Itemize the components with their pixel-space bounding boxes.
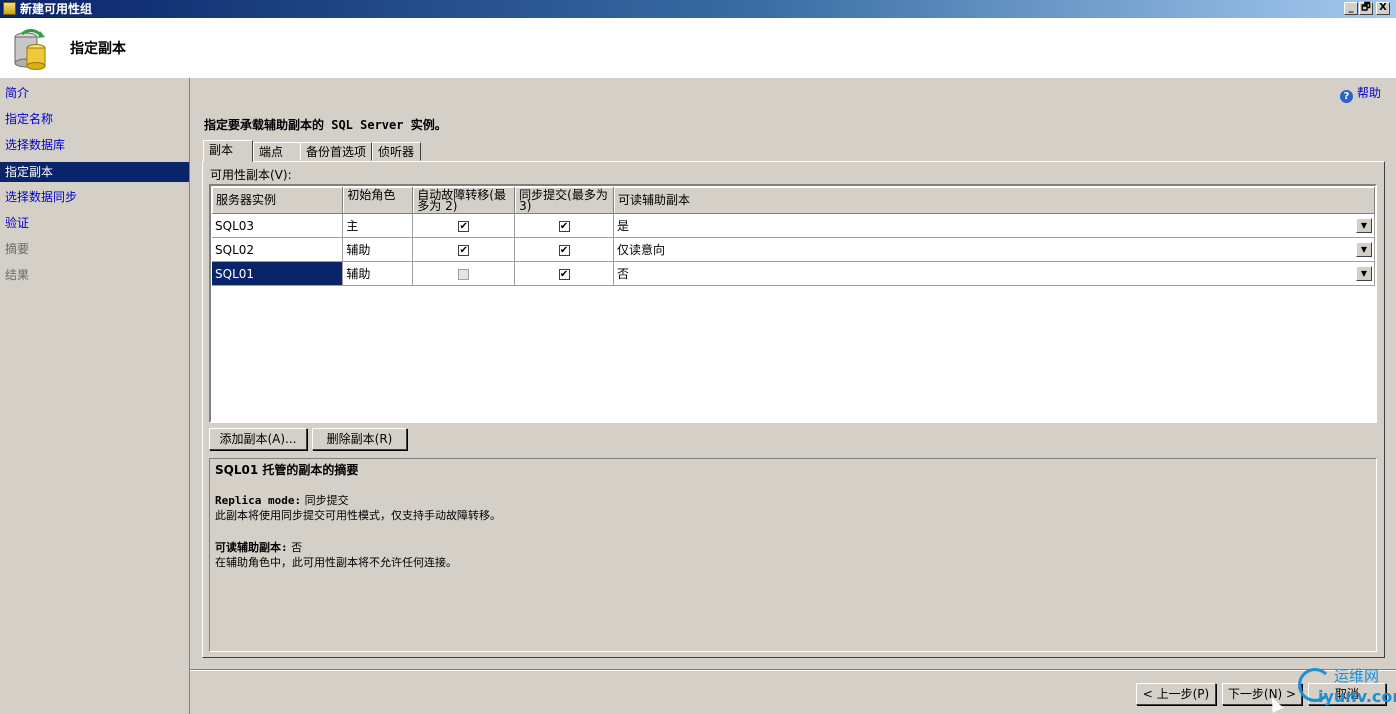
cell-server[interactable]: SQL03 xyxy=(212,213,344,238)
previous-button[interactable]: < 上一步(P) xyxy=(1136,683,1216,705)
col-header-readable[interactable]: 可读辅助副本 xyxy=(613,187,1375,214)
summary-mode-value: 同步提交 xyxy=(304,494,349,507)
tab-listener[interactable]: 侦听器 xyxy=(372,142,421,161)
summary-mode-desc: 此副本将使用同步提交可用性模式，仅支持手动故障转移。 xyxy=(215,509,501,522)
summary-readable-value: 否 xyxy=(291,541,303,554)
window-titlebar: 新建可用性组 _ 🗗 X xyxy=(0,0,1396,18)
help-icon: ? xyxy=(1340,90,1353,103)
cell-readable: 仅读意向 xyxy=(617,243,666,257)
nav-item-replicas[interactable]: 指定副本 xyxy=(0,162,189,182)
summary-mode-key: Replica mode: xyxy=(215,494,302,507)
readable-dropdown-button[interactable]: ▼ xyxy=(1356,266,1372,281)
col-header-auto-failover[interactable]: 自动故障转移(最多为 2) xyxy=(412,187,516,214)
nav-item-intro[interactable]: 简介 xyxy=(0,83,189,103)
table-row[interactable]: SQL02 辅助 ✔ ✔ 仅读意向 ▼ xyxy=(212,237,1375,262)
cell-role: 主 xyxy=(342,213,414,238)
readable-dropdown-button[interactable]: ▼ xyxy=(1356,218,1372,233)
watermark-line1: 运维网 xyxy=(1334,667,1380,685)
cell-readable: 是 xyxy=(617,219,630,233)
replica-grid[interactable]: 服务器实例 初始角色 自动故障转移(最多为 2) 同步提交(最多为 3) 可读辅… xyxy=(209,184,1377,423)
database-icon xyxy=(14,29,46,70)
page-title: 指定副本 xyxy=(70,41,126,57)
col-header-server[interactable]: 服务器实例 xyxy=(212,187,344,214)
help-link[interactable]: ? 帮助 xyxy=(1340,85,1381,103)
restore-button[interactable]: 🗗 xyxy=(1359,2,1373,15)
sidebar-divider xyxy=(189,78,190,714)
col-header-sync-commit[interactable]: 同步提交(最多为 3) xyxy=(514,187,615,214)
sync-commit-checkbox[interactable]: ✔ xyxy=(558,244,570,256)
grid-label: 可用性副本(V): xyxy=(210,168,292,182)
sync-commit-checkbox[interactable]: ✔ xyxy=(558,268,570,280)
readable-dropdown-button[interactable]: ▼ xyxy=(1356,242,1372,257)
auto-failover-checkbox[interactable]: ✔ xyxy=(458,244,470,256)
tab-endpoints[interactable]: 端点 xyxy=(253,142,301,161)
tab-replicas[interactable]: 副本 xyxy=(203,140,253,162)
app-icon xyxy=(3,2,16,15)
instruction-text: 指定要承载辅助副本的 SQL Server 实例。 xyxy=(204,118,447,132)
nav-item-validation[interactable]: 验证 xyxy=(0,213,189,233)
col-header-role[interactable]: 初始角色 xyxy=(342,187,414,214)
table-row[interactable]: SQL01 辅助 ✔ 否 ▼ xyxy=(212,261,1375,286)
table-row[interactable]: SQL03 主 ✔ ✔ 是 ▼ xyxy=(212,213,1375,238)
sync-commit-checkbox[interactable]: ✔ xyxy=(558,220,570,232)
nav-item-name[interactable]: 指定名称 xyxy=(0,109,189,129)
help-label: 帮助 xyxy=(1357,86,1382,100)
nav-item-summary: 摘要 xyxy=(5,242,30,256)
window-title: 新建可用性组 xyxy=(20,2,93,16)
wizard-header: 指定副本 xyxy=(0,18,1396,78)
cell-role: 辅助 xyxy=(342,237,414,262)
cell-readable: 否 xyxy=(617,267,630,281)
nav-item-results: 结果 xyxy=(5,268,30,282)
remove-replica-button[interactable]: 删除副本(R) xyxy=(312,428,407,450)
cell-server[interactable]: SQL01 xyxy=(212,261,344,286)
watermark-line2: iyunv.com xyxy=(1318,687,1396,706)
auto-failover-checkbox[interactable]: ✔ xyxy=(458,220,470,232)
summary-readable-key: 可读辅助副本: xyxy=(215,541,288,554)
wizard-nav: 简介 指定名称 选择数据库 指定副本 选择数据同步 验证 摘要 结果 xyxy=(0,78,190,714)
summary-readable-desc: 在辅助角色中，此可用性副本将不允许任何连接。 xyxy=(215,556,457,569)
minimize-button[interactable]: _ xyxy=(1344,2,1358,15)
next-button[interactable]: 下一步(N) > xyxy=(1222,683,1302,705)
watermark-logo: 运维网 iyunv.com xyxy=(1296,666,1396,712)
summary-title: SQL01 托管的副本的摘要 xyxy=(215,463,359,477)
tab-backup-preferences[interactable]: 备份首选项 xyxy=(300,142,372,161)
cell-server[interactable]: SQL02 xyxy=(212,237,344,262)
cell-role: 辅助 xyxy=(342,261,414,286)
grid-header-row: 服务器实例 初始角色 自动故障转移(最多为 2) 同步提交(最多为 3) 可读辅… xyxy=(212,187,1375,214)
replica-summary: SQL01 托管的副本的摘要 Replica mode: 同步提交 此副本将使用… xyxy=(209,458,1377,652)
nav-item-databases[interactable]: 选择数据库 xyxy=(0,135,189,155)
add-replica-button[interactable]: 添加副本(A)... xyxy=(209,428,307,450)
close-button[interactable]: X xyxy=(1376,2,1390,15)
auto-failover-checkbox xyxy=(458,268,470,280)
nav-item-data-sync[interactable]: 选择数据同步 xyxy=(0,187,189,207)
